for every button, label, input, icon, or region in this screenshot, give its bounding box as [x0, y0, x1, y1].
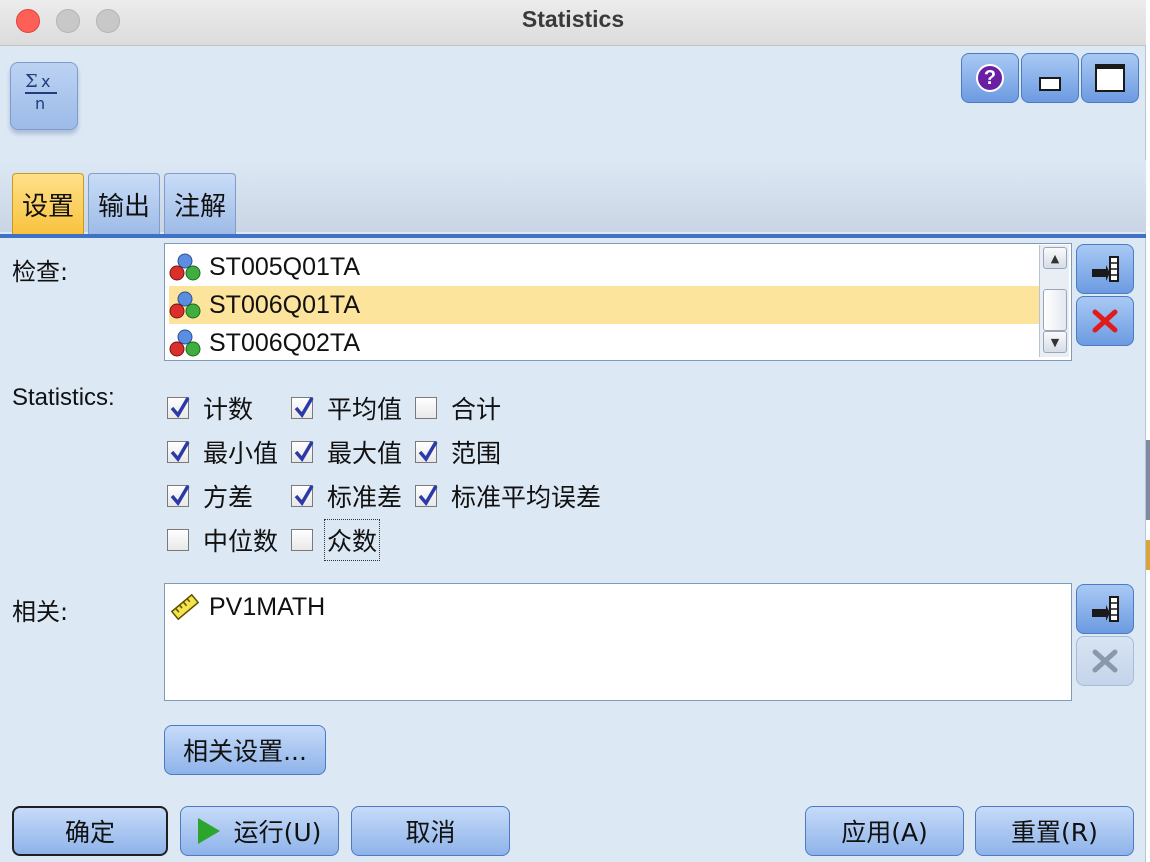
- statistics-label: Statistics:: [12, 384, 115, 411]
- play-icon: [197, 818, 220, 844]
- window-title: Statistics: [521, 6, 625, 32]
- examine-scrollbar[interactable]: ▲ ▼: [1039, 245, 1069, 357]
- delete-x-icon: [1092, 649, 1118, 673]
- checkbox-mean[interactable]: 平均值: [291, 392, 402, 424]
- svg-text:Σ: Σ: [25, 71, 38, 92]
- field-name: ST005Q01TA: [209, 252, 361, 281]
- checkmark-icon: [170, 485, 190, 506]
- pick-examine-fields-button[interactable]: [1076, 244, 1134, 294]
- correlate-label: 相关:: [12, 598, 69, 626]
- background-window-edge: [1146, 0, 1150, 862]
- examine-field-list[interactable]: ST005Q01TA ST006Q01TA ST006Q02TA: [164, 243, 1072, 361]
- tab-settings[interactable]: 设置: [12, 173, 84, 235]
- checkbox-mode[interactable]: 众数: [291, 519, 381, 561]
- nominal-field-icon: [169, 253, 201, 281]
- checkbox-max[interactable]: 最大值: [291, 436, 402, 468]
- continuous-field-icon: [170, 593, 200, 621]
- checkmark-icon: [170, 441, 190, 462]
- svg-text:n: n: [35, 94, 45, 113]
- tab-annotations[interactable]: 注解: [164, 173, 236, 235]
- statistics-dialog: Statistics Σ x n ? 设置 输出 注解 检查: ST005Q01…: [0, 0, 1146, 862]
- svg-text:x: x: [41, 72, 50, 91]
- field-name: ST006Q01TA: [209, 290, 361, 319]
- checkbox-std-dev[interactable]: 标准差: [291, 480, 402, 512]
- run-button[interactable]: 运行(U): [180, 806, 339, 856]
- list-item[interactable]: PV1MATH: [169, 588, 1049, 626]
- list-item[interactable]: ST005Q01TA: [169, 248, 1039, 286]
- ok-button[interactable]: 确定: [12, 806, 168, 856]
- checkmark-icon: [294, 441, 314, 462]
- scroll-down-arrow-icon[interactable]: ▼: [1043, 331, 1067, 353]
- correlation-settings-button[interactable]: 相关设置...: [164, 725, 326, 775]
- list-item-selected[interactable]: ST006Q01TA: [169, 286, 1039, 324]
- nominal-field-icon: [169, 329, 201, 357]
- checkmark-icon: [294, 397, 314, 418]
- checkbox-range[interactable]: 范围: [415, 436, 501, 468]
- reset-button[interactable]: 重置(R): [975, 806, 1134, 856]
- help-icon: ?: [976, 64, 1004, 92]
- tab-output[interactable]: 输出: [88, 173, 160, 235]
- checkbox-min[interactable]: 最小值: [167, 436, 278, 468]
- pick-correlate-fields-button[interactable]: [1076, 584, 1134, 634]
- remove-examine-field-button[interactable]: [1076, 296, 1134, 346]
- minimize-icon: [1039, 77, 1061, 91]
- checkmark-icon: [170, 397, 190, 418]
- field-picker-icon: [1092, 596, 1119, 622]
- minimize-panel-button[interactable]: [1021, 53, 1079, 103]
- tab-underline: [0, 234, 1146, 238]
- apply-button[interactable]: 应用(A): [805, 806, 964, 856]
- nominal-field-icon: [169, 291, 201, 319]
- cancel-button[interactable]: 取消: [351, 806, 510, 856]
- checkmark-icon: [294, 485, 314, 506]
- checkbox-count[interactable]: 计数: [167, 392, 253, 424]
- field-name: ST006Q02TA: [209, 328, 361, 357]
- scroll-up-arrow-icon[interactable]: ▲: [1043, 247, 1067, 269]
- remove-correlate-field-button[interactable]: [1076, 636, 1134, 686]
- checkbox-variance[interactable]: 方差: [167, 480, 253, 512]
- field-name: PV1MATH: [209, 592, 326, 621]
- maximize-icon: [1095, 64, 1125, 92]
- examine-label: 检查:: [12, 258, 69, 286]
- scroll-thumb[interactable]: [1043, 289, 1067, 331]
- checkbox-sum[interactable]: 合计: [415, 392, 501, 424]
- title-bar[interactable]: Statistics: [0, 0, 1146, 46]
- checkmark-icon: [418, 441, 438, 462]
- field-picker-icon: [1092, 256, 1119, 282]
- correlate-field-list[interactable]: PV1MATH: [164, 583, 1072, 701]
- delete-x-icon: [1092, 309, 1118, 333]
- checkmark-icon: [418, 485, 438, 506]
- statistics-node-icon: Σ x n: [10, 62, 78, 130]
- checkbox-std-error-mean[interactable]: 标准平均误差: [415, 480, 601, 512]
- list-item[interactable]: ST006Q02TA: [169, 324, 1039, 362]
- help-button[interactable]: ?: [961, 53, 1019, 103]
- checkbox-median[interactable]: 中位数: [167, 524, 278, 556]
- maximize-panel-button[interactable]: [1081, 53, 1139, 103]
